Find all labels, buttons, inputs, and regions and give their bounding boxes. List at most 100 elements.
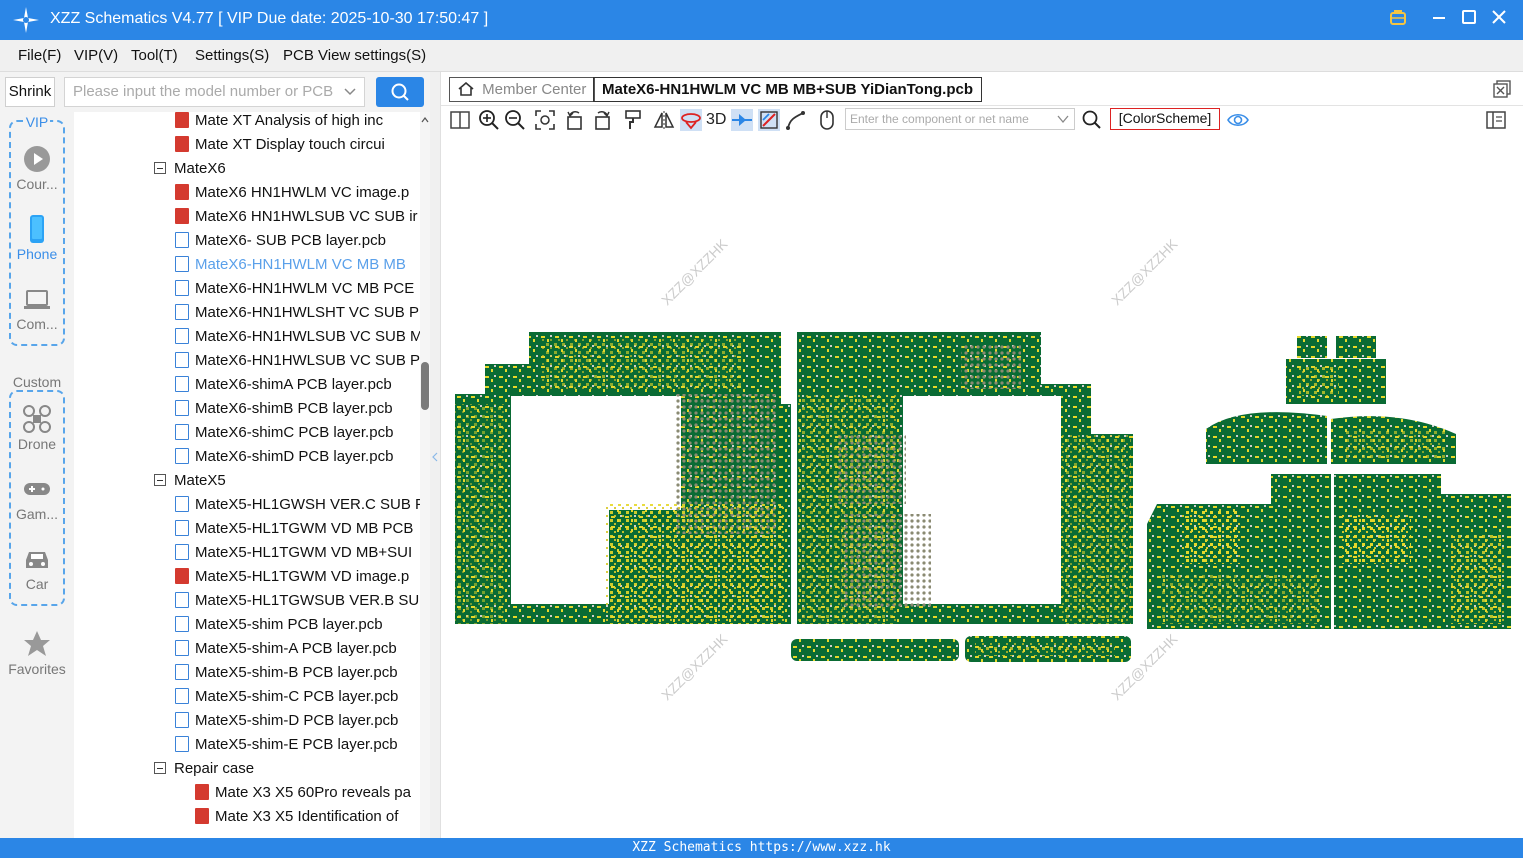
chevron-down-icon[interactable] [344, 87, 356, 97]
color-scheme-button[interactable]: [ColorScheme] [1110, 108, 1220, 130]
mouse-icon[interactable] [816, 109, 838, 131]
tree-file-item[interactable]: MateX6-shimD PCB layer.pcb [175, 448, 420, 472]
tree-folder[interactable]: Repair case [154, 760, 420, 784]
tab-active-file[interactable]: MateX6-HN1HWLM VC MB MB+SUB YiDianTong.p… [593, 77, 982, 102]
pcb-board-view[interactable] [441, 134, 1523, 838]
tree-file-item[interactable]: MateX5-HL1TGWM VD MB PCB [175, 520, 420, 544]
eye-icon[interactable] [1227, 109, 1249, 131]
menu-settings[interactable]: Settings(S) [195, 47, 269, 64]
pdf-file-icon [175, 112, 189, 128]
nav-item-favorites[interactable]: Favorites [0, 629, 74, 677]
split-view-icon[interactable] [449, 109, 471, 131]
pdf-file-icon [175, 208, 189, 224]
flip-board-icon[interactable] [680, 109, 702, 131]
maximize-button[interactable] [1458, 8, 1480, 30]
minimize-button[interactable] [1428, 8, 1450, 30]
trace-icon[interactable] [758, 109, 780, 131]
collapse-box-icon [154, 474, 166, 486]
tree-file-item[interactable]: MateX6-HN1HWLSHT VC SUB P [175, 304, 420, 328]
nav-label-courses: Cour... [16, 176, 58, 192]
mirror-icon[interactable] [653, 109, 675, 131]
tree-scroll-thumb[interactable] [421, 362, 429, 410]
tree-file-item[interactable]: MateX6 HN1HWLSUB VC SUB ir [175, 208, 420, 232]
tree-file-item[interactable]: MateX5-HL1TGWM VD image.p [175, 568, 420, 592]
tree-file-item[interactable]: MateX5-shim-E PCB layer.pcb [175, 736, 420, 760]
3d-view-button[interactable]: 3D [706, 109, 732, 131]
menu-tool[interactable]: Tool(T) [131, 47, 178, 64]
home-icon [458, 81, 474, 96]
connector-flex[interactable] [791, 636, 1131, 662]
close-all-tabs-icon[interactable] [1493, 80, 1511, 98]
tab-member-center[interactable]: Member Center [449, 77, 596, 102]
chevron-down-icon[interactable] [1057, 115, 1069, 124]
net-highlight-icon[interactable] [731, 109, 753, 131]
nav-item-phone[interactable]: Phone [0, 214, 74, 262]
car-icon [26, 552, 48, 568]
nav-item-game[interactable]: Gam... [0, 474, 74, 522]
vip-bag-icon[interactable] [1387, 8, 1409, 30]
line-draw-icon[interactable] [785, 109, 807, 131]
tree-file-item[interactable]: MateX6 HN1HWLM VC image.p [175, 184, 420, 208]
tree-file-item[interactable]: MateX6-shimA PCB layer.pcb [175, 376, 420, 400]
tree-file-item[interactable]: Mate XT Display touch circui [175, 136, 420, 160]
tree-file-item[interactable]: Mate XT Analysis of high inc [175, 112, 420, 136]
rotate-left-icon[interactable] [564, 109, 586, 131]
scroll-up-icon[interactable] [421, 116, 429, 124]
rotate-right-icon[interactable] [591, 109, 613, 131]
search-icon[interactable] [1081, 109, 1103, 131]
tree-scrollbar[interactable] [420, 112, 430, 838]
pcb-file-icon [175, 712, 189, 728]
tree-file-item[interactable]: MateX5-HL1TGWM VD MB+SUI [175, 544, 420, 568]
tree-file-item[interactable]: MateX6-HN1HWLSUB VC SUB M [175, 328, 420, 352]
collapse-left-icon[interactable] [432, 452, 438, 462]
tree-file-item[interactable]: MateX6-shimB PCB layer.pcb [175, 400, 420, 424]
tree-folder[interactable]: MateX5 [154, 472, 420, 496]
tree-file-item[interactable]: MateX5-HL1TGWSUB VER.B SUE [175, 592, 420, 616]
zoom-in-icon[interactable] [478, 109, 500, 131]
menu-vip[interactable]: VIP(V) [74, 47, 118, 64]
main-board-right[interactable] [797, 332, 1133, 624]
nav-item-courses[interactable]: Cour... [0, 144, 74, 192]
menu-pcb-view-settings[interactable]: PCB View settings(S) [283, 47, 426, 64]
tree-file-item[interactable]: MateX5-HL1GWSH VER.C SUB P [175, 496, 420, 520]
tree-item-label: MateX5-shim-D PCB layer.pcb [195, 712, 399, 729]
tree-file-item[interactable]: MateX6-HN1HWLM VC MB MB [175, 256, 420, 280]
panel-splitter[interactable] [430, 72, 441, 838]
pcb-canvas[interactable]: XZZ@XZZHK XZZ@XZZHK XZZ@XZZHK XZZ@XZZHK [441, 134, 1523, 838]
search-row: Shrink Please input the model number or … [0, 72, 440, 112]
component-search-input[interactable]: Enter the component or net name [845, 108, 1075, 130]
tree-file-item[interactable]: MateX6-HN1HWLM VC MB PCE [175, 280, 420, 304]
window-title: XZZ Schematics V4.77 [ VIP Due date: 202… [50, 10, 489, 27]
tree-file-item[interactable]: MateX5-shim-C PCB layer.pcb [175, 688, 420, 712]
close-button[interactable] [1488, 8, 1510, 30]
tree-file-item[interactable]: MateX5-shim PCB layer.pcb [175, 616, 420, 640]
sub-board-curved[interactable] [1206, 412, 1456, 464]
menu-file[interactable]: File(F) [18, 47, 61, 64]
tree-file-item[interactable]: MateX5-shim-D PCB layer.pcb [175, 712, 420, 736]
format-brush-icon[interactable] [622, 109, 644, 131]
sub-board-lower[interactable] [1147, 474, 1511, 629]
tree-item-label: MateX5-HL1TGWM VD MB+SUI [195, 544, 413, 561]
tree-folder[interactable]: MateX6 [154, 160, 420, 184]
tree-file-item[interactable]: MateX6-shimC PCB layer.pcb [175, 424, 420, 448]
zoom-out-icon[interactable] [504, 109, 526, 131]
nav-item-drone[interactable]: Drone [0, 404, 74, 452]
tree-file-item[interactable]: MateX5-shim-A PCB layer.pcb [175, 640, 420, 664]
pcb-file-icon [175, 448, 189, 464]
shrink-button[interactable]: Shrink [5, 77, 55, 107]
pcb-file-icon [175, 520, 189, 536]
nav-item-computer[interactable]: Com... [0, 284, 74, 332]
tree-file-item[interactable]: MateX6-HN1HWLSUB VC SUB P [175, 352, 420, 376]
nav-item-car[interactable]: Car [0, 544, 74, 592]
tree-file-item[interactable]: MateX5-shim-B PCB layer.pcb [175, 664, 420, 688]
search-button[interactable] [376, 77, 424, 107]
model-search-input[interactable]: Please input the model number or PCB [64, 77, 365, 107]
sub-board-small[interactable] [1286, 336, 1386, 404]
tree-item-label: MateX5-shim PCB layer.pcb [195, 616, 383, 633]
fit-view-icon[interactable] [534, 109, 556, 131]
tree-file-item[interactable]: Mate X3 X5 Identification of [195, 808, 420, 832]
side-panel-icon[interactable] [1485, 109, 1507, 131]
main-board-left[interactable] [455, 332, 791, 624]
tree-file-item[interactable]: MateX6- SUB PCB layer.pcb [175, 232, 420, 256]
tree-file-item[interactable]: Mate X3 X5 60Pro reveals pa [195, 784, 420, 808]
